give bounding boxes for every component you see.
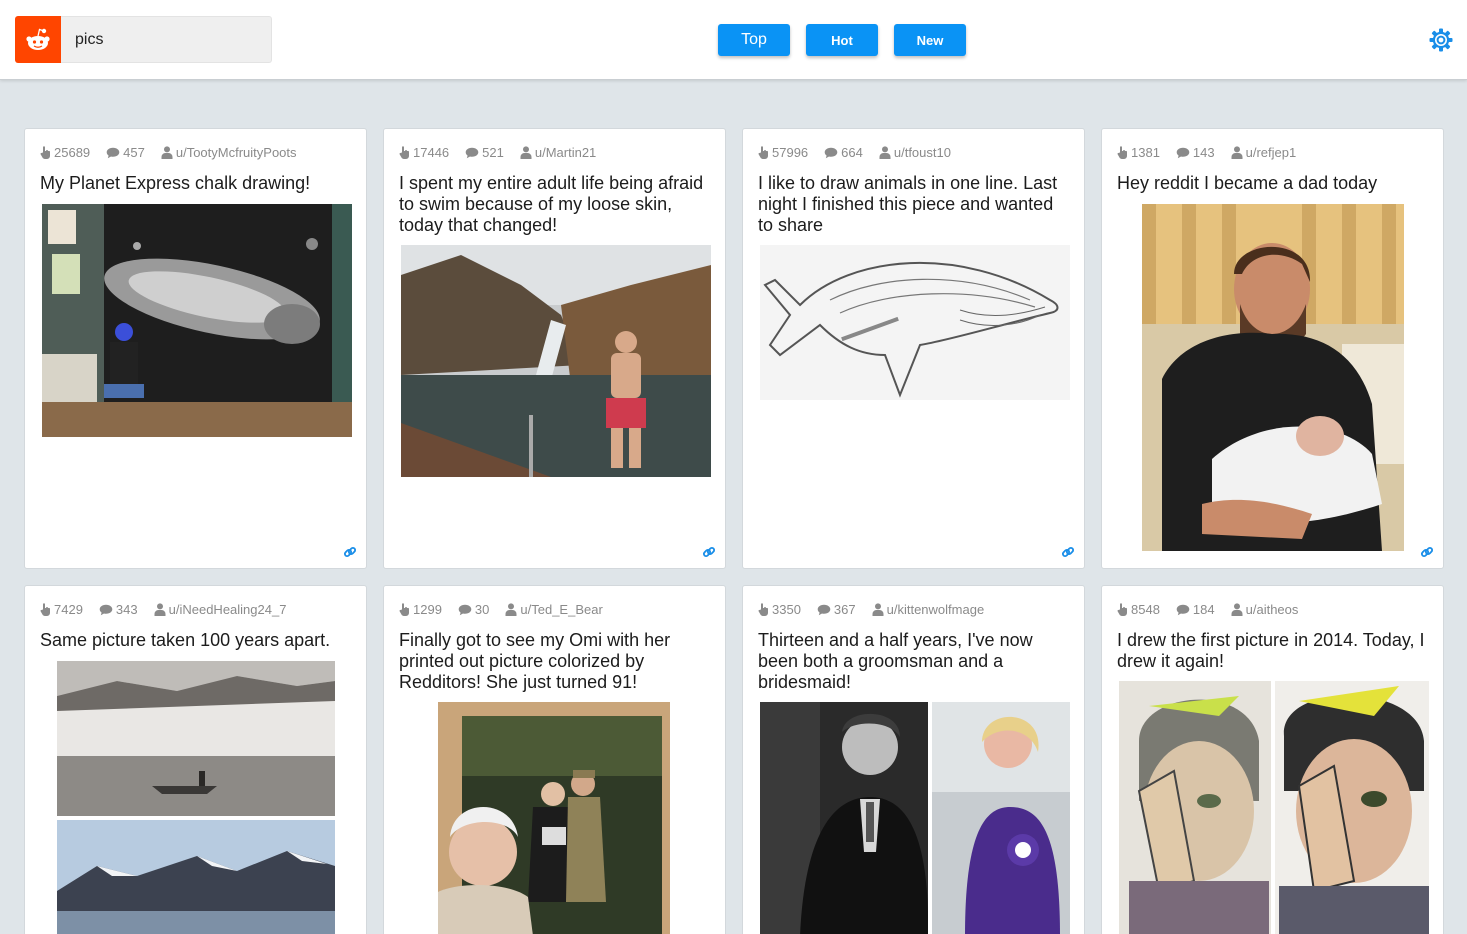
comment-bubble-icon[interactable] [817, 604, 831, 616]
post-meta: 7429 343 u/iNeedHealing24_7 [40, 602, 302, 617]
sort-hot-button[interactable]: Hot [806, 24, 878, 56]
upvote-hand-icon[interactable] [399, 146, 410, 159]
post-meta: 17446 521 u/Martin21 [399, 145, 612, 160]
upvote-count: 57996 [772, 145, 809, 160]
post-card[interactable]: 8548 184 u/aitheos I drew the first pict… [1101, 585, 1444, 934]
comment-bubble-icon[interactable] [458, 604, 472, 616]
post-image-drawing-comparison[interactable] [1119, 681, 1429, 934]
post-image-groomsman-bridesmaid[interactable] [760, 702, 1070, 934]
link-icon[interactable] [1420, 545, 1434, 559]
user-icon [161, 146, 173, 159]
post-author[interactable]: u/aitheos [1246, 602, 1299, 617]
post-author[interactable]: u/Martin21 [535, 145, 596, 160]
user-icon [879, 146, 891, 159]
comment-count: 664 [841, 145, 863, 160]
post-card[interactable]: 17446 521 u/Martin21 I spent my entire a… [383, 128, 726, 569]
upvote-hand-icon[interactable] [1117, 146, 1128, 159]
post-title[interactable]: I spent my entire adult life being afrai… [399, 173, 714, 236]
post-image-omi-colorized[interactable] [438, 702, 670, 934]
upvote-count: 8548 [1131, 602, 1160, 617]
comment-count: 367 [833, 602, 856, 617]
comment-bubble-icon[interactable] [465, 147, 479, 159]
post-title[interactable]: Thirteen and a half years, I've now been… [758, 630, 1073, 693]
post-meta: 57996 664 u/tfoust10 [758, 145, 967, 160]
post-author[interactable]: u/Ted_E_Bear [520, 602, 602, 617]
post-card[interactable]: 25689 457 u/TootyMcfruityPoots My Planet… [24, 128, 367, 569]
comment-count: 184 [1192, 602, 1215, 617]
upvote-hand-icon[interactable] [1117, 603, 1128, 616]
post-card[interactable]: 3350 367 u/kittenwolfmage Thirteen and a… [742, 585, 1085, 934]
upvote-count: 25689 [54, 145, 91, 160]
post-meta: 25689 457 u/TootyMcfruityPoots [40, 145, 313, 160]
comment-count: 143 [1192, 145, 1215, 160]
comment-bubble-icon[interactable] [1176, 604, 1190, 616]
comment-bubble-icon[interactable] [99, 604, 113, 616]
post-image-waterfall-swim[interactable] [401, 245, 711, 477]
upvote-hand-icon[interactable] [399, 603, 410, 616]
post-card[interactable]: 1381 143 u/refjep1 Hey reddit I became a… [1101, 128, 1444, 569]
upvote-count: 3350 [772, 602, 801, 617]
post-author[interactable]: u/refjep1 [1246, 145, 1297, 160]
post-image-new-dad[interactable] [1142, 204, 1404, 551]
post-meta: 1381 143 u/refjep1 [1117, 145, 1312, 160]
post-author[interactable]: u/tfoust10 [894, 145, 951, 160]
post-card[interactable]: 57996 664 u/tfoust10 I like to draw anim… [742, 128, 1085, 569]
user-icon [505, 603, 517, 616]
post-image-glacier-comparison[interactable] [57, 661, 335, 934]
link-icon[interactable] [702, 545, 716, 559]
link-icon[interactable] [343, 545, 357, 559]
gear-icon[interactable] [1427, 26, 1455, 54]
post-card[interactable]: 1299 30 u/Ted_E_Bear Finally got to see … [383, 585, 726, 934]
post-author[interactable]: u/iNeedHealing24_7 [169, 602, 287, 617]
post-meta: 8548 184 u/aitheos [1117, 602, 1314, 617]
comment-count: 30 [474, 602, 490, 617]
comment-count: 457 [123, 145, 145, 160]
post-meta: 3350 367 u/kittenwolfmage [758, 602, 1000, 617]
comment-bubble-icon[interactable] [1176, 147, 1190, 159]
user-icon [154, 603, 166, 616]
post-meta: 1299 30 u/Ted_E_Bear [399, 602, 619, 617]
post-title[interactable]: My Planet Express chalk drawing! [40, 173, 355, 194]
comment-bubble-icon[interactable] [106, 147, 120, 159]
comment-count: 521 [482, 145, 504, 160]
reddit-logo-icon[interactable] [15, 16, 61, 63]
post-author[interactable]: u/kittenwolfmage [887, 602, 985, 617]
upvote-count: 17446 [413, 145, 450, 160]
user-icon [1231, 603, 1243, 616]
comment-bubble-icon[interactable] [824, 147, 838, 159]
link-icon[interactable] [1061, 545, 1075, 559]
search-input[interactable] [61, 16, 272, 63]
upvote-count: 7429 [54, 602, 83, 617]
post-title[interactable]: Finally got to see my Omi with her print… [399, 630, 714, 693]
upvote-hand-icon[interactable] [758, 146, 769, 159]
post-image-whale-line-drawing[interactable] [760, 245, 1070, 400]
upvote-count: 1381 [1131, 145, 1160, 160]
upvote-hand-icon[interactable] [758, 603, 769, 616]
upvote-count: 1299 [413, 602, 442, 617]
post-card[interactable]: 7429 343 u/iNeedHealing24_7 Same picture… [24, 585, 367, 934]
user-icon [1231, 146, 1243, 159]
user-icon [872, 603, 884, 616]
comment-count: 343 [115, 602, 138, 617]
post-author[interactable]: u/TootyMcfruityPoots [176, 145, 297, 160]
top-bar: Top Hot New [0, 0, 1467, 80]
upvote-hand-icon[interactable] [40, 146, 51, 159]
post-title[interactable]: Hey reddit I became a dad today [1117, 173, 1432, 194]
user-icon [520, 146, 532, 159]
post-title[interactable]: I drew the first picture in 2014. Today,… [1117, 630, 1432, 672]
sort-new-button[interactable]: New [894, 24, 966, 56]
sort-top-button[interactable]: Top [718, 24, 790, 56]
upvote-hand-icon[interactable] [40, 603, 51, 616]
post-title[interactable]: I like to draw animals in one line. Last… [758, 173, 1073, 236]
post-image-chalk-drawing[interactable] [42, 204, 352, 437]
post-title[interactable]: Same picture taken 100 years apart. [40, 630, 355, 651]
